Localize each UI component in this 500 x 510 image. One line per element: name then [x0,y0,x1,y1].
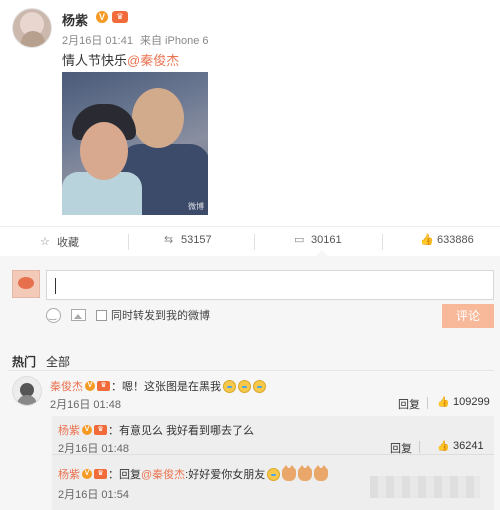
favorite-button[interactable]: ☆ 收藏 [40,234,79,250]
post-text-body: 情人节快乐 [62,53,128,68]
member-badge-icon: ♛ [97,381,110,391]
thumbs-up-icon: 👍 [437,396,450,408]
crying-laughing-emoji-icon [238,379,251,393]
like-button[interactable]: 👍 633886 [420,234,474,246]
repost-button[interactable]: ⇆ 53157 [164,234,212,246]
post-source: 来自 iPhone 6 [140,35,209,47]
reply-button[interactable]: 回复 [390,440,412,456]
verified-badge-icon: V [96,11,108,23]
member-badge-icon: ♛ [112,11,128,23]
post-time[interactable]: 2月16日 01:41 [62,35,133,47]
post-meta: 2月16日 01:41 来自 iPhone 6 [62,32,208,48]
repost-icon: ⇆ [164,234,174,246]
reply-time: 2月16日 01:48 [58,443,129,455]
smiley-icon[interactable] [46,307,61,323]
reply-time: 2月16日 01:54 [58,489,129,501]
tab-all[interactable]: 全部 [46,353,70,370]
post-text: 情人节快乐@秦俊杰 [62,50,179,69]
text-cursor [55,278,56,294]
reply-button[interactable]: 回复 [398,396,420,412]
star-icon: ☆ [40,236,50,248]
favorite-label: 收藏 [57,237,79,249]
photo-face-left [80,122,128,180]
tab-hot[interactable]: 热门 [12,353,36,370]
commenter-avatar[interactable] [12,376,42,406]
divider [427,397,428,409]
reply-body-prefix: ：回复 [108,469,141,481]
comment-like-button[interactable]: 👍 109299 [437,396,490,408]
blurred-region [370,476,480,498]
thumbs-up-icon: 👍 [420,234,434,246]
member-badge-icon: ♛ [94,469,107,479]
action-divider [382,234,383,250]
photo-watermark: 微博 [188,202,204,211]
reply-text: 杨紫 V ♛ ：回复 @秦俊杰:好好爱你女朋友 [58,464,329,482]
repost-checkbox-label: 同时转发到我的微博 [111,310,210,322]
crying-laughing-emoji-icon [267,467,281,481]
reply-like-button[interactable]: 👍 36241 [437,440,484,452]
photo-face-right [132,88,184,148]
post-action-bar: ☆ 收藏 ⇆ 53157 ▭ 30161 👍 633886 [0,226,500,256]
divider [419,441,420,453]
comment-time: 2月16日 01:48 [50,399,121,411]
author-avatar[interactable] [12,8,52,48]
comment-input[interactable] [46,270,494,300]
comment-count: 30161 [311,234,342,246]
reply-body: ：有意见么 我好看到哪去了么 [108,425,255,437]
action-divider [254,234,255,250]
cat-emoji-icon [314,464,329,481]
repost-checkbox[interactable] [96,309,107,321]
verified-badge-icon: V [85,381,95,391]
cat-emoji-icon [282,464,297,481]
member-badge-icon: ♛ [94,425,107,435]
weibo-post: 杨紫 V ♛ 2月16日 01:41 来自 iPhone 6 情人节快乐@秦俊杰… [0,0,500,226]
like-count: 633886 [437,234,474,246]
cat-emoji-icon [298,464,313,481]
commenter-name[interactable]: 秦俊杰 [50,378,83,394]
reply-author[interactable]: 杨紫 [58,422,80,438]
verified-badge-icon: V [82,425,92,435]
submit-comment-button[interactable]: 评论 [442,304,494,328]
crying-laughing-emoji-icon [253,379,266,393]
comment-text-field[interactable] [47,271,493,299]
comment-tabs: 热门 全部 [12,353,70,370]
reply-text: 杨紫 V ♛ ：有意见么 我好看到哪去了么 [58,422,254,438]
comment-button[interactable]: ▭ 30161 [294,234,342,246]
comment-icon: ▭ [294,234,305,246]
crying-laughing-emoji-icon [223,379,236,393]
post-mention-link[interactable]: @秦俊杰 [127,53,179,68]
comment-section-pointer [315,250,329,257]
action-divider [128,234,129,250]
comment-body: ：嗯！这张图是在黑我 [111,381,221,393]
repost-count: 53157 [181,234,212,246]
post-photo[interactable]: 微博 [62,72,208,215]
thumbs-up-icon: 👍 [437,440,450,452]
comment-like-count: 109299 [453,396,490,408]
author-name[interactable]: 杨紫 [62,10,88,29]
reply-mention-link[interactable]: @秦俊杰 [141,466,185,482]
current-user-avatar [12,270,40,298]
comment-text: 秦俊杰 V ♛ ：嗯！这张图是在黑我 [50,378,266,394]
image-icon[interactable] [71,309,86,321]
reply-body-suffix: :好好爱你女朋友 [185,469,266,481]
divider [8,370,494,371]
reply-like-count: 36241 [453,440,484,452]
composer-tools: 同时转发到我的微博 [46,306,210,324]
reply-author[interactable]: 杨紫 [58,466,80,482]
verified-badge-icon: V [82,469,92,479]
